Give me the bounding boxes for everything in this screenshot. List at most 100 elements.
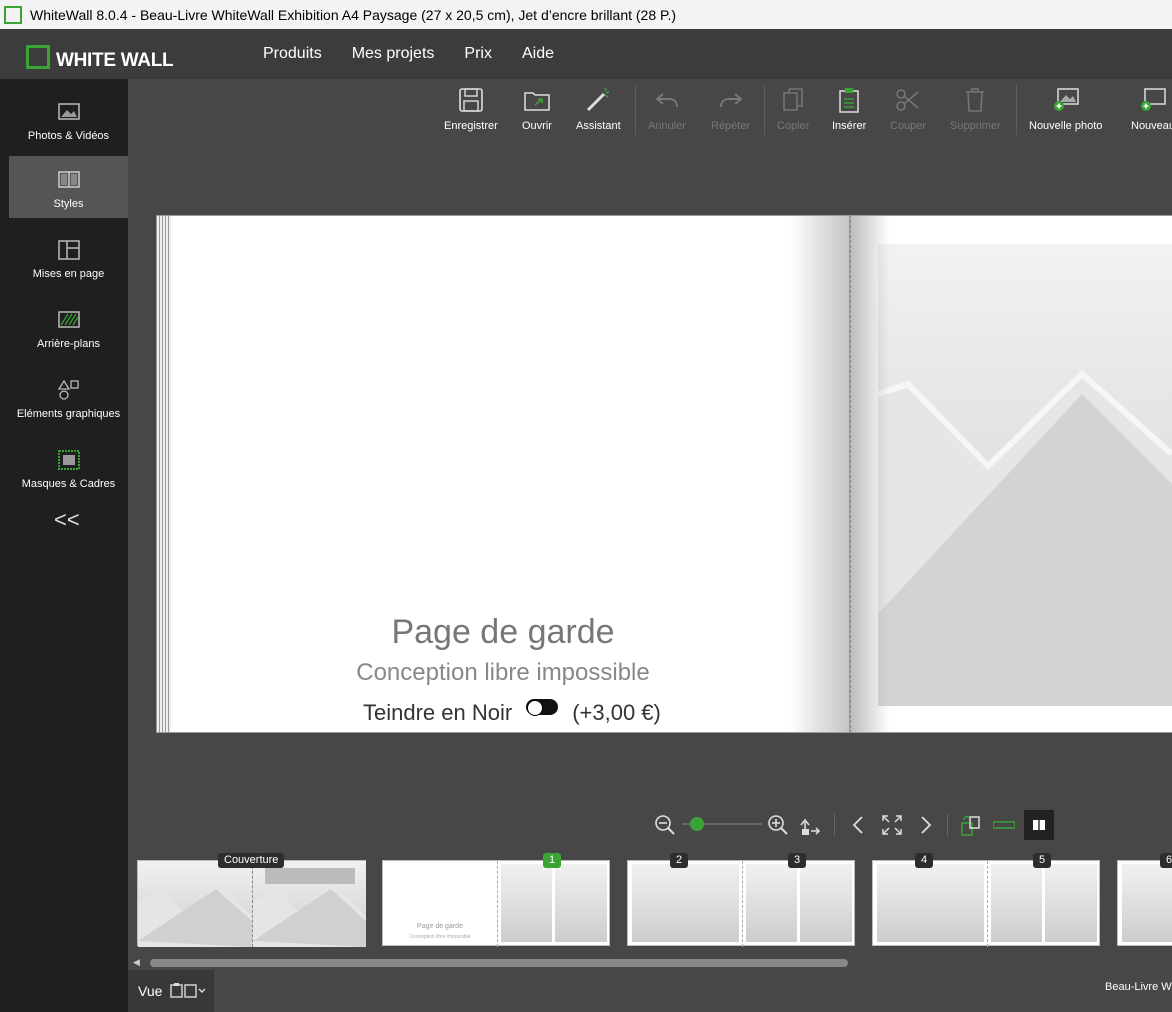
right-page[interactable] xyxy=(850,215,1172,733)
single-page-view-icon[interactable] xyxy=(993,814,1015,836)
toolbar: Enregistrer Ouvrir Assistant Annuler Rép… xyxy=(128,79,1172,141)
cut-label: Couper xyxy=(890,120,927,132)
page-number-3: 3 xyxy=(788,853,807,868)
rotate-pages-icon[interactable] xyxy=(960,814,982,836)
thumbnail-photo xyxy=(877,864,984,942)
menu-aide[interactable]: Aide xyxy=(522,45,554,63)
book-spine xyxy=(157,216,171,732)
sidebar-item-masques-cadres[interactable]: Masques & Cadres xyxy=(9,436,128,498)
new-photo-label: Nouvelle photo xyxy=(1029,120,1103,132)
assistant-label: Assistant xyxy=(576,120,621,132)
open-label: Ouvrir xyxy=(522,120,552,132)
save-icon xyxy=(459,88,483,112)
fit-width-icon[interactable] xyxy=(799,814,821,836)
thumbnail-spread-2[interactable]: 2 3 xyxy=(627,853,855,947)
chevron-left-icon[interactable] xyxy=(848,814,870,836)
redo-label: Répéter xyxy=(711,120,751,132)
thumbnail-gutter xyxy=(497,861,498,947)
photo-placeholder[interactable] xyxy=(878,244,1172,706)
page-fold-shadow xyxy=(789,216,849,732)
sidebar-item-label: Photos & Vidéos xyxy=(27,130,110,142)
thumbnail-spread-1[interactable]: Page de garde Conception libre impossibl… xyxy=(382,853,610,947)
delete-button[interactable]: Supprimer xyxy=(950,86,1001,132)
view-mode-icon xyxy=(170,983,206,998)
thumbnail-cover[interactable]: Couverture xyxy=(137,853,366,947)
sidebar-item-photos-videos[interactable]: Photos & Vidéos xyxy=(9,88,128,150)
image-icon xyxy=(57,103,80,120)
spread-view-button[interactable] xyxy=(1024,810,1054,840)
cut-button[interactable]: Couper xyxy=(890,86,926,132)
collapse-sidebar-button[interactable]: << xyxy=(54,507,80,533)
page-gutter xyxy=(850,215,851,733)
toolbar-separator xyxy=(947,814,948,836)
toolbar-separator xyxy=(1016,85,1017,135)
scroll-left-icon[interactable]: ◀ xyxy=(133,957,140,968)
copy-button[interactable]: Copier xyxy=(777,86,809,132)
thumbnail-spread-4[interactable]: 6 xyxy=(1117,853,1172,946)
page-number-1: 1 xyxy=(543,853,562,868)
sidebar-item-label: Styles xyxy=(53,198,84,210)
tint-black-toggle[interactable] xyxy=(526,699,559,716)
zoom-in-icon[interactable] xyxy=(767,814,789,836)
page-number-2: 2 xyxy=(670,853,689,868)
background-icon xyxy=(57,311,80,328)
layout-icon xyxy=(57,240,80,260)
thumbnail-photo xyxy=(1122,864,1172,942)
insert-label: Insérer xyxy=(832,120,867,132)
page-number-5: 5 xyxy=(1033,853,1052,868)
left-page[interactable]: Page de garde Conception libre impossibl… xyxy=(156,215,850,733)
chevron-right-icon[interactable] xyxy=(914,814,936,836)
thumbnail-photo xyxy=(746,864,797,942)
sidebar-item-label: Arrière-plans xyxy=(37,338,100,350)
new-text-button[interactable]: Nouveau xyxy=(1131,86,1172,132)
sidebar: Photos & Vidéos Styles Mises en page Arr… xyxy=(0,79,128,1012)
thumbnail-spread-3[interactable]: 4 5 xyxy=(872,853,1100,947)
undo-icon xyxy=(655,93,678,108)
view-menu-button[interactable]: Vue xyxy=(128,970,214,1012)
menu-produits[interactable]: Produits xyxy=(263,45,322,63)
thumbnail-photo xyxy=(1045,864,1097,942)
zoom-out-icon[interactable] xyxy=(654,814,676,836)
page-number-4: 4 xyxy=(915,853,934,868)
toolbar-separator xyxy=(635,85,636,135)
sidebar-item-label: Masques & Cadres xyxy=(21,478,116,490)
cover-label: Couverture xyxy=(218,853,285,868)
view-label: Vue xyxy=(138,983,163,999)
redo-button[interactable]: Répéter xyxy=(711,86,750,132)
delete-label: Supprimer xyxy=(950,120,1001,132)
thumbnail-photo xyxy=(800,864,852,942)
fullscreen-icon[interactable] xyxy=(881,814,903,836)
redo-icon xyxy=(719,93,743,108)
open-button[interactable]: Ouvrir xyxy=(522,86,552,132)
main-menu: Produits Mes projets Prix Aide xyxy=(263,29,554,79)
whitewall-logo[interactable]: WHITE WALL xyxy=(26,42,174,72)
logo-text: WHITE WALL xyxy=(56,50,174,71)
insert-button[interactable]: Insérer xyxy=(832,86,866,132)
new-photo-button[interactable]: Nouvelle photo xyxy=(1029,86,1102,132)
frame-icon xyxy=(57,450,80,470)
undo-label: Annuler xyxy=(648,120,686,132)
open-folder-icon xyxy=(524,92,550,111)
spread-view-icon xyxy=(1033,820,1045,830)
undo-button[interactable]: Annuler xyxy=(648,86,686,132)
thumbnails-scrollbar[interactable] xyxy=(150,959,848,967)
save-label: Enregistrer xyxy=(444,120,498,132)
page-thumbnails: Couverture Page de garde Conception libr… xyxy=(128,848,1172,958)
window-title: WhiteWall 8.0.4 - Beau-Livre WhiteWall E… xyxy=(30,6,677,23)
copy-icon xyxy=(783,88,803,111)
sidebar-item-mises-en-page[interactable]: Mises en page xyxy=(9,226,128,288)
magic-wand-icon xyxy=(587,87,610,112)
menu-mes-projets[interactable]: Mes projets xyxy=(352,45,435,63)
thumbnail-photo xyxy=(555,864,607,942)
sidebar-item-styles[interactable]: Styles xyxy=(9,156,128,218)
sidebar-item-label: Eléments graphiques xyxy=(16,408,121,420)
tint-black-label: Teindre en Noir xyxy=(363,700,513,725)
save-button[interactable]: Enregistrer xyxy=(444,86,498,132)
assistant-button[interactable]: Assistant xyxy=(576,86,621,132)
sidebar-item-arriere-plans[interactable]: Arrière-plans xyxy=(9,296,128,358)
sidebar-item-elements-graphiques[interactable]: Eléments graphiques xyxy=(9,366,128,428)
shapes-icon xyxy=(57,380,79,400)
zoom-slider-handle[interactable] xyxy=(690,817,704,831)
thumbnail-endpaper-subtitle: Conception libre impossible xyxy=(409,934,471,940)
menu-prix[interactable]: Prix xyxy=(464,45,492,63)
